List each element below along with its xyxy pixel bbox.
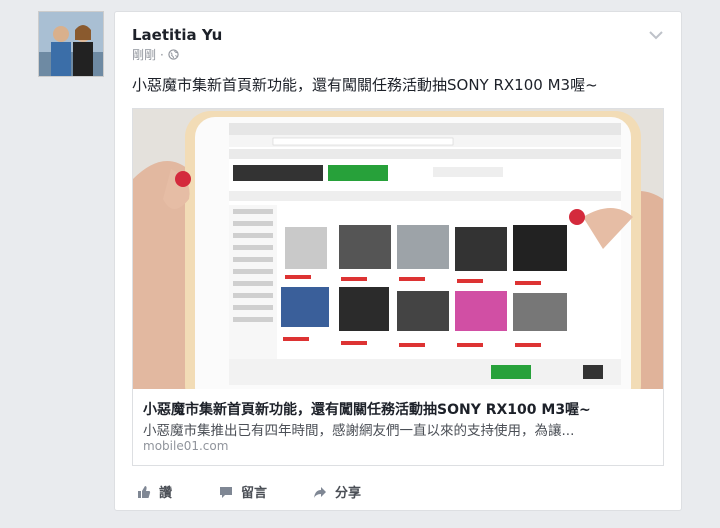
link-title[interactable]: 小惡魔市集新首頁新功能，還有闖關任務活動抽SONY RX100 M3喔~ bbox=[143, 399, 591, 419]
link-preview[interactable]: 小惡魔市集新首頁新功能，還有闖關任務活動抽SONY RX100 M3喔~ 小惡魔… bbox=[132, 108, 664, 466]
share-arrow-icon bbox=[314, 486, 326, 498]
comment-label: 留言 bbox=[241, 486, 268, 501]
link-domain: mobile01.com bbox=[143, 439, 229, 453]
feed-post: Laetitia Yu 剛剛 · 小惡魔市集新首頁新功能，還有闖關任務活動抽SO… bbox=[114, 11, 682, 511]
comment-button[interactable]: 留言 bbox=[219, 482, 267, 501]
link-description: 小惡魔市集推出已有四年時間，感謝網友們一直以來的支持使用，為讓... bbox=[143, 423, 575, 439]
author-name[interactable]: Laetitia Yu bbox=[132, 26, 222, 44]
thumbs-up-icon bbox=[138, 485, 151, 498]
meta-separator: · bbox=[160, 47, 164, 62]
post-actions: 讚 留言 分享 bbox=[115, 482, 681, 506]
author-avatar[interactable] bbox=[38, 11, 104, 77]
post-meta: 剛剛 · bbox=[132, 46, 179, 63]
post-message: 小惡魔市集新首頁新功能，還有闖關任務活動抽SONY RX100 M3喔~ bbox=[132, 76, 598, 94]
globe-icon[interactable] bbox=[168, 49, 179, 60]
link-preview-image[interactable] bbox=[133, 109, 663, 389]
share-button[interactable]: 分享 bbox=[313, 482, 361, 501]
comment-bubble-icon bbox=[220, 486, 232, 498]
chevron-down-icon[interactable] bbox=[649, 30, 663, 40]
share-label: 分享 bbox=[335, 486, 362, 501]
like-button[interactable]: 讚 bbox=[137, 482, 172, 501]
like-label: 讚 bbox=[159, 486, 173, 501]
post-timestamp[interactable]: 剛剛 bbox=[132, 46, 156, 63]
